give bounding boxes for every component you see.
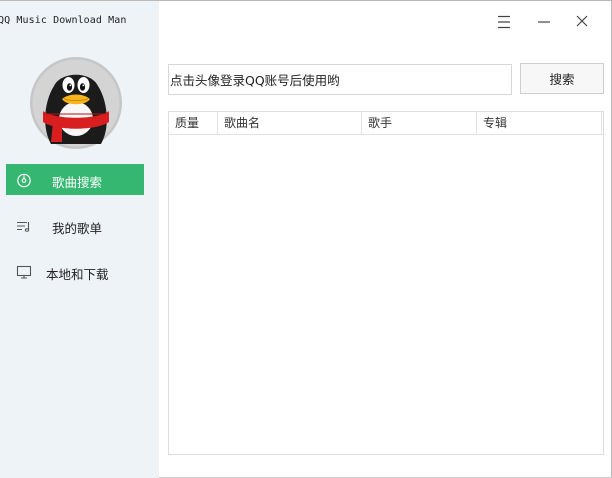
app-window: QQ Music Download Man 歌曲搜索 我的歌单 本地和下载 点击…: [0, 0, 612, 478]
menu-icon: [498, 15, 510, 29]
column-header-quality[interactable]: 质量: [169, 112, 218, 134]
app-title: QQ Music Download Man: [0, 15, 127, 26]
column-header-singer[interactable]: 歌手: [362, 112, 477, 134]
sidebar-item-label: 我的歌单: [52, 221, 103, 236]
table-header: 质量 歌曲名 歌手 专辑: [169, 112, 603, 135]
sidebar: QQ Music Download Man 歌曲搜索 我的歌单 本地和下载: [0, 1, 159, 478]
menu-button[interactable]: [492, 11, 516, 33]
user-avatar[interactable]: [29, 56, 123, 150]
music-disc-icon: [17, 173, 31, 188]
search-input[interactable]: [168, 64, 512, 95]
close-icon: [576, 15, 588, 27]
sidebar-item-local-downloads[interactable]: 本地和下载: [6, 256, 144, 287]
search-button[interactable]: 搜索: [520, 63, 604, 94]
column-header-song-name[interactable]: 歌曲名: [218, 112, 362, 134]
results-table: 质量 歌曲名 歌手 专辑: [168, 111, 604, 455]
sidebar-item-label: 本地和下载: [46, 267, 109, 282]
monitor-icon: [16, 265, 32, 279]
playlist-icon: [17, 221, 30, 232]
minimize-button[interactable]: [532, 11, 556, 33]
sidebar-item-song-search[interactable]: 歌曲搜索: [6, 164, 144, 195]
sidebar-item-label: 歌曲搜索: [52, 175, 103, 190]
close-button[interactable]: [570, 11, 594, 33]
sidebar-item-my-playlist[interactable]: 我的歌单: [6, 210, 144, 241]
column-header-album[interactable]: 专辑: [477, 112, 602, 134]
